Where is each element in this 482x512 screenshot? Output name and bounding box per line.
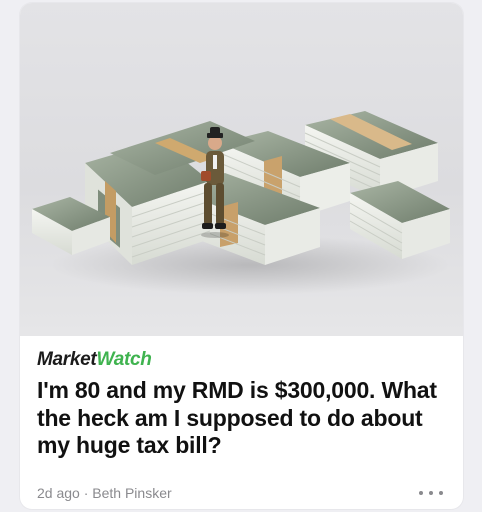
article-author: Beth Pinsker (92, 485, 172, 501)
publisher-logo-part1: Market (37, 349, 97, 370)
more-dot (419, 491, 423, 495)
publisher-logo-part2: Watch (96, 349, 152, 370)
news-card[interactable]: MarketWatch I'm 80 and my RMD is $300,00… (20, 3, 463, 509)
article-headline[interactable]: I'm 80 and my RMD is $300,000. What the … (37, 377, 452, 460)
meta-separator: · (83, 485, 89, 501)
more-dot (439, 491, 443, 495)
more-horizontal-icon[interactable] (419, 485, 443, 501)
article-age: 2d ago (37, 485, 80, 501)
more-dot (429, 491, 433, 495)
article-meta: 2d ago · Beth Pinsker (37, 485, 172, 501)
publisher-logo[interactable]: MarketWatch (37, 350, 152, 370)
article-image[interactable] (20, 3, 463, 336)
money-stacks-photo (32, 111, 450, 295)
